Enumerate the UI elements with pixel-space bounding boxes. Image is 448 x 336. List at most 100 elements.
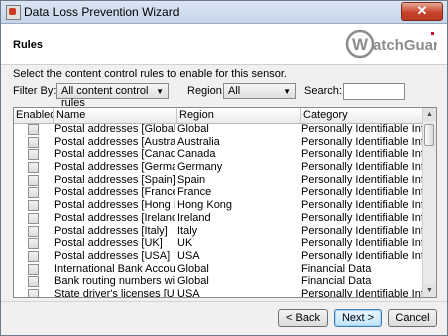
rule-region: Germany	[177, 161, 223, 174]
column-header-name[interactable]: Name	[54, 108, 177, 123]
rule-region: Global	[177, 123, 209, 135]
table-body: Postal addresses [Global] Global Personall…	[14, 123, 424, 298]
rule-category: Financial Data	[301, 262, 372, 275]
rule-name: Postal addresses [Spain]	[54, 173, 175, 186]
rule-name: Postal addresses [Global]	[54, 123, 175, 135]
table-row[interactable]: Postal addresses [Germany]Germany Persona…	[14, 161, 424, 174]
enabled-checkbox[interactable]	[28, 149, 39, 161]
rule-category: Financial Data	[301, 275, 372, 288]
rules-table: Enabled Name Region Category Postal addr…	[13, 107, 437, 298]
table-row[interactable]: Bank routing numbers with qu...Global Fin…	[14, 275, 424, 288]
rule-region: Italy	[177, 224, 198, 237]
table-row[interactable]: Postal addresses [USA] USA Personally Iden…	[14, 250, 424, 263]
rule-category: Personally Identifiable Informa...	[301, 211, 422, 224]
region-label: Region:	[187, 85, 225, 97]
enabled-checkbox[interactable]	[28, 276, 39, 288]
vertical-scrollbar[interactable]: ▲ ▼	[422, 108, 436, 297]
wizard-header: Rules W atchGuard	[1, 24, 447, 65]
enabled-checkbox[interactable]	[28, 288, 39, 297]
enabled-checkbox[interactable]	[28, 200, 39, 212]
svg-text:W: W	[352, 35, 369, 54]
filter-label: Filter By:	[13, 85, 57, 97]
column-header-category[interactable]: Category	[301, 108, 424, 123]
enabled-checkbox[interactable]	[28, 187, 39, 199]
rule-name: International Bank Account N...	[54, 262, 175, 275]
next-button[interactable]: Next >	[334, 309, 382, 327]
column-header-enabled[interactable]: Enabled	[14, 108, 54, 123]
enabled-checkbox[interactable]	[28, 136, 39, 148]
chevron-down-icon: ▼	[156, 87, 164, 96]
window-title: Data Loss Prevention Wizard	[24, 5, 180, 19]
rule-category: Personally Identifiable Informa...	[301, 186, 422, 199]
region-dropdown[interactable]: All ▼	[223, 83, 296, 99]
search-input[interactable]	[343, 83, 405, 100]
enabled-checkbox[interactable]	[28, 238, 39, 250]
watchguard-logo: W atchGuard	[345, 29, 437, 59]
rule-name: Postal addresses [Canada]	[54, 148, 175, 161]
rule-category: Personally Identifiable Informa...	[301, 173, 422, 186]
svg-text:atchGuard: atchGuard	[373, 37, 437, 54]
table-row[interactable]: Postal addresses [France] France Personall…	[14, 186, 424, 199]
table-row[interactable]: Postal addresses [Canada] Canada Personall…	[14, 148, 424, 161]
filter-value: All content control rules	[61, 85, 149, 109]
footer-divider	[1, 301, 447, 302]
column-header-region[interactable]: Region	[177, 108, 301, 123]
rule-name: Postal addresses [France]	[54, 186, 175, 199]
rule-name: Postal addresses [Ireland]	[54, 211, 175, 224]
cancel-button[interactable]: Cancel	[388, 309, 437, 327]
scroll-down-icon[interactable]: ▼	[423, 284, 436, 297]
rule-category: Personally Identifiable Informa...	[301, 123, 422, 135]
table-row[interactable]: Postal addresses [Italy] Italy Personally …	[14, 225, 424, 238]
scroll-up-icon[interactable]: ▲	[423, 108, 436, 121]
rule-region: UK	[177, 237, 193, 250]
rule-name: Bank routing numbers with qu...	[54, 275, 175, 288]
chevron-down-icon: ▼	[283, 87, 291, 96]
table-row[interactable]: Postal addresses [Ireland] Ireland Persona…	[14, 212, 424, 225]
close-button[interactable]: ✕	[401, 2, 443, 21]
rule-name: State driver's licenses [USA]	[54, 287, 175, 298]
enabled-checkbox[interactable]	[28, 250, 39, 262]
rule-region: Australia	[177, 135, 220, 148]
enabled-checkbox[interactable]	[28, 174, 39, 186]
enabled-checkbox[interactable]	[28, 225, 39, 237]
enabled-checkbox[interactable]	[28, 212, 39, 224]
page-title: Rules	[13, 39, 43, 51]
table-row[interactable]: Postal addresses [UK] UK Personally Identi…	[14, 237, 424, 250]
table-row[interactable]: Postal addresses [Spain] Spain Personally …	[14, 174, 424, 187]
table-row[interactable]: Postal addresses [Hong Kong]Hong Kong Per…	[14, 199, 424, 212]
rule-category: Personally Identifiable Informa...	[301, 135, 422, 148]
enabled-checkbox[interactable]	[28, 162, 39, 174]
wizard-window: Data Loss Prevention Wizard ✕ Rules W at…	[0, 0, 448, 336]
rule-category: Personally Identifiable Informa...	[301, 249, 422, 262]
table-row[interactable]: Postal addresses [Global] Global Personall…	[14, 123, 424, 136]
rule-region: USA	[177, 249, 200, 262]
enabled-checkbox[interactable]	[28, 124, 39, 135]
enabled-checkbox[interactable]	[28, 263, 39, 275]
rule-name: Postal addresses [Hong Kong]	[54, 199, 175, 212]
rule-region: Canada	[177, 148, 216, 161]
scroll-thumb[interactable]	[424, 124, 434, 146]
table-row[interactable]: State driver's licenses [USA]USA Personal…	[14, 287, 424, 298]
rule-region: Global	[177, 275, 209, 288]
rule-category: Personally Identifiable Informa...	[301, 224, 422, 237]
table-header: Enabled Name Region Category	[14, 108, 424, 124]
filter-dropdown[interactable]: All content control rules ▼	[56, 83, 169, 109]
rule-category: Personally Identifiable Informa...	[301, 199, 422, 212]
rule-name: Postal addresses [Germany]	[54, 161, 175, 174]
back-button[interactable]: < Back	[278, 309, 328, 327]
rule-region: Hong Kong	[177, 199, 233, 212]
search-label: Search:	[304, 85, 342, 97]
table-row[interactable]: Postal addresses [Australia]Australia Per…	[14, 136, 424, 149]
rule-region: Ireland	[177, 211, 211, 224]
rule-region: France	[177, 186, 212, 199]
table-row[interactable]: International Bank Account N...Global Fin…	[14, 263, 424, 276]
rule-category: Personally Identifiable Informa...	[301, 161, 422, 174]
rule-region: Spain	[177, 173, 206, 186]
rule-category: Personally Identifiable Informa...	[301, 287, 422, 298]
rule-region: Global	[177, 262, 209, 275]
title-bar: Data Loss Prevention Wizard ✕	[1, 1, 447, 24]
rule-category: Personally Identifiable Informa...	[301, 237, 422, 250]
rule-name: Postal addresses [Italy]	[54, 224, 168, 237]
rule-category: Personally Identifiable Informa...	[301, 148, 422, 161]
rule-name: Postal addresses [UK]	[54, 237, 163, 250]
